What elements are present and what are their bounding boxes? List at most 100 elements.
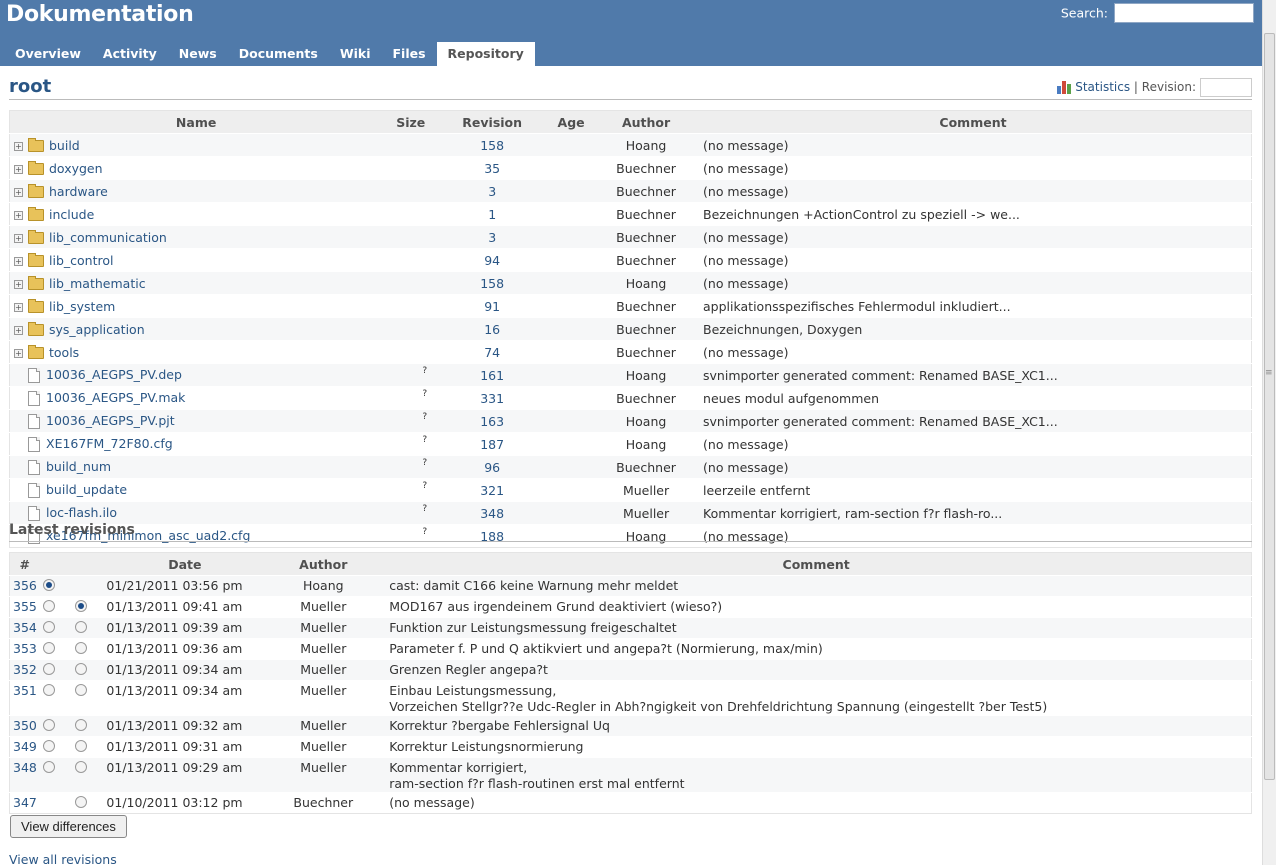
compare-from-radio[interactable]	[42, 719, 55, 731]
directory-link[interactable]: tools	[49, 345, 79, 360]
revision-id-link[interactable]: 353	[13, 641, 37, 656]
compare-to-radio[interactable]	[75, 719, 88, 731]
compare-from-radio[interactable]	[42, 740, 55, 752]
revision-id-link[interactable]: 348	[13, 760, 37, 775]
file-link[interactable]: loc-flash.ilo	[46, 505, 117, 520]
directory-link[interactable]: include	[49, 207, 94, 222]
tab-wiki[interactable]: Wiki	[329, 42, 382, 66]
compare-from-radio[interactable]	[42, 663, 55, 675]
expand-icon[interactable]: +	[14, 325, 23, 335]
file-link[interactable]: 10036_AEGPS_PV.pjt	[46, 413, 175, 428]
revision-id-link[interactable]: 354	[13, 620, 37, 635]
compare-from-radio[interactable]	[42, 579, 55, 591]
view-differences-button[interactable]: View differences	[10, 815, 127, 838]
revision-link[interactable]: 331	[480, 391, 504, 406]
file-link[interactable]: 10036_AEGPS_PV.mak	[46, 390, 185, 405]
tab-overview[interactable]: Overview	[4, 42, 92, 66]
expand-icon[interactable]: +	[14, 187, 23, 197]
revision-input[interactable]	[1200, 78, 1252, 97]
file-link[interactable]: 10036_AEGPS_PV.dep	[46, 367, 182, 382]
search-input[interactable]	[1114, 3, 1254, 23]
revision-link[interactable]: 91	[484, 299, 500, 314]
compare-to-radio[interactable]	[75, 621, 88, 633]
revision-id-link[interactable]: 347	[13, 795, 37, 810]
col-age[interactable]: Age	[545, 110, 598, 134]
file-link[interactable]: build_update	[46, 482, 127, 497]
root-link[interactable]: root	[9, 76, 51, 97]
tab-documents[interactable]: Documents	[228, 42, 329, 66]
revision-link[interactable]: 1	[488, 207, 496, 222]
compare-to-radio[interactable]	[75, 761, 88, 773]
revision-id-link[interactable]: 349	[13, 739, 37, 754]
directory-link[interactable]: lib_system	[49, 299, 115, 314]
compare-from-radio[interactable]	[42, 761, 55, 773]
expand-icon[interactable]: +	[14, 302, 23, 312]
compare-to-radio[interactable]	[75, 600, 88, 612]
expand-icon[interactable]: +	[14, 233, 23, 243]
directory-row: + lib_system 91 Buechner applikationsspezifi…	[9, 294, 1252, 318]
directory-link[interactable]: sys_application	[49, 322, 145, 337]
revision-link[interactable]: 96	[484, 460, 500, 475]
compare-to-cell	[58, 757, 105, 793]
entry-age	[545, 317, 598, 341]
compare-from-radio[interactable]	[42, 684, 55, 696]
file-link[interactable]: build_num	[46, 459, 111, 474]
compare-from-radio[interactable]	[42, 642, 55, 654]
revision-link[interactable]: 187	[480, 437, 504, 452]
revision-link[interactable]: 74	[484, 345, 500, 360]
directory-link[interactable]: doxygen	[49, 161, 103, 176]
revision-id-link[interactable]: 351	[13, 683, 37, 698]
statistics-link[interactable]: Statistics	[1075, 80, 1130, 94]
revision-id-link[interactable]: 352	[13, 662, 37, 677]
expand-icon[interactable]: +	[14, 256, 23, 266]
revision-link[interactable]: 321	[480, 483, 504, 498]
col-size[interactable]: Size	[382, 110, 440, 134]
revision-link[interactable]: 163	[480, 414, 504, 429]
col-author[interactable]: Author	[597, 110, 696, 134]
compare-to-radio[interactable]	[75, 684, 88, 696]
directory-link[interactable]: hardware	[49, 184, 108, 199]
revision-link[interactable]: 35	[484, 161, 500, 176]
revision-link[interactable]: 161	[480, 368, 504, 383]
contextual-actions: Statistics | Revision:	[1057, 78, 1252, 97]
tab-repository[interactable]: Repository	[436, 42, 535, 66]
entry-revision-cell: 91	[439, 294, 546, 318]
compare-from-radio[interactable]	[42, 600, 55, 612]
tab-activity[interactable]: Activity	[92, 42, 168, 66]
revision-link[interactable]: 3	[488, 184, 496, 199]
tab-news[interactable]: News	[168, 42, 228, 66]
expand-icon[interactable]: +	[14, 210, 23, 220]
revision-link[interactable]: 94	[484, 253, 500, 268]
directory-link[interactable]: build	[49, 138, 80, 153]
revision-link[interactable]: 348	[480, 506, 504, 521]
file-link[interactable]: XE167FM_72F80.cfg	[46, 436, 173, 451]
expand-icon[interactable]: +	[14, 279, 23, 289]
col-name[interactable]: Name	[9, 110, 383, 134]
revision-link[interactable]: 16	[484, 322, 500, 337]
revision-link[interactable]: 158	[480, 276, 504, 291]
revision-id-link[interactable]: 350	[13, 718, 37, 733]
compare-to-radio[interactable]	[75, 740, 88, 752]
revision-id-link[interactable]: 355	[13, 599, 37, 614]
directory-link[interactable]: lib_mathematic	[49, 276, 146, 291]
compare-from-radio[interactable]	[42, 621, 55, 633]
revision-link[interactable]: 3	[488, 230, 496, 245]
revision-id-link[interactable]: 356	[13, 578, 37, 593]
col-revision[interactable]: Revision	[439, 110, 546, 134]
col-comment[interactable]: Comment	[695, 110, 1252, 134]
vertical-scrollbar[interactable]: ≡	[1262, 0, 1276, 865]
compare-to-radio[interactable]	[75, 796, 88, 808]
revision-link[interactable]: 158	[480, 138, 504, 153]
expand-icon[interactable]: +	[14, 348, 23, 358]
expand-icon[interactable]: +	[14, 141, 23, 151]
scrollbar-thumb[interactable]	[1264, 33, 1275, 780]
tab-files[interactable]: Files	[382, 42, 437, 66]
project-title[interactable]: Dokumentation	[6, 2, 194, 27]
compare-to-radio[interactable]	[75, 663, 88, 675]
directory-link[interactable]: lib_communication	[49, 230, 167, 245]
compare-to-radio[interactable]	[75, 642, 88, 654]
entry-size: ?	[382, 501, 440, 525]
directory-link[interactable]: lib_control	[49, 253, 113, 268]
expand-icon[interactable]: +	[14, 164, 23, 174]
folder-icon	[28, 207, 44, 221]
